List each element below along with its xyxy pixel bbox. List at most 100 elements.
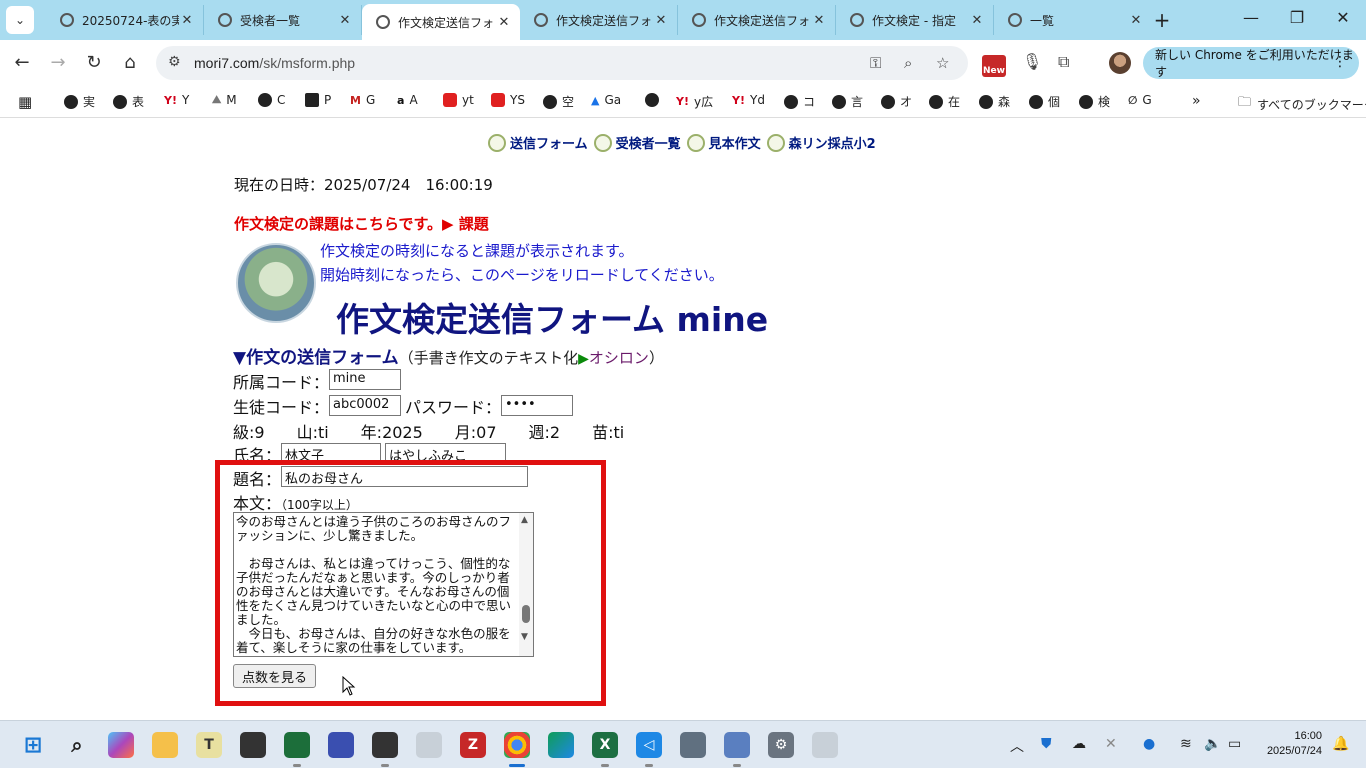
bookmark-11[interactable]: 空 <box>543 93 574 110</box>
view-score-button[interactable]: 点数を見る <box>233 664 316 688</box>
password-field[interactable]: •••• <box>501 395 573 416</box>
bookmark-3[interactable]: Y! Y <box>164 93 189 107</box>
app-icon-green[interactable] <box>284 732 310 758</box>
tab-3-active[interactable]: 作文検定送信フォ ✕ <box>362 4 520 40</box>
mic-icon[interactable]: 🎙 <box>1022 52 1042 71</box>
bookmark-20[interactable]: 森 <box>979 93 1010 110</box>
bookmark-2[interactable]: 表 <box>113 93 144 110</box>
extensions-icon[interactable]: ⧉ <box>1058 52 1069 72</box>
affiliation-field[interactable]: mine <box>329 369 401 390</box>
search-icon[interactable]: ⌕ <box>64 732 90 758</box>
close-icon[interactable]: ✕ <box>653 13 669 28</box>
lock-app-icon[interactable] <box>680 732 706 758</box>
all-bookmarks-folder[interactable]: 🗀 すべてのブックマーク <box>1238 93 1366 115</box>
subject-field[interactable]: 私のお母さん <box>281 466 528 487</box>
more-bookmarks-icon[interactable]: » <box>1192 93 1201 109</box>
tab-1[interactable]: 20250724-表の実 ✕ <box>46 5 204 35</box>
chevron-up-icon[interactable]: ︿ <box>1010 736 1024 756</box>
onedrive-icon[interactable]: ● <box>1143 736 1155 752</box>
new-extension-badge[interactable]: New <box>982 55 1006 77</box>
task-link[interactable]: 作文検定の課題はこちらです。▶ 課題 <box>234 213 489 234</box>
url-text[interactable]: mori7.com/sk/msform.php <box>194 55 355 71</box>
filezilla-icon[interactable]: Z <box>460 732 486 758</box>
bookmark-23[interactable]: ∅ G <box>1128 93 1152 107</box>
bookmark-7[interactable]: MG <box>350 93 375 107</box>
settings-icon[interactable]: ⚙ <box>768 732 794 758</box>
camera-icon[interactable] <box>240 732 266 758</box>
scroll-down-icon[interactable]: ▼ <box>521 632 528 642</box>
bookmark-13[interactable] <box>645 93 664 107</box>
minimize-button[interactable]: — <box>1236 8 1266 27</box>
bookmark-22[interactable]: 検 <box>1079 93 1110 110</box>
tab-6[interactable]: 作文検定 - 指定 ✕ <box>836 5 994 35</box>
menu-dots-icon[interactable]: ⋮ <box>1333 54 1347 70</box>
profile-avatar[interactable] <box>1109 52 1131 74</box>
file-explorer-icon[interactable] <box>152 732 178 758</box>
tab-search-button[interactable]: ⌄ <box>6 6 34 34</box>
reload-button[interactable]: ↻ <box>82 52 106 73</box>
volume-icon[interactable]: 🔈 <box>1204 736 1221 752</box>
bookmark-12[interactable]: ▲ Ga <box>591 93 621 107</box>
webcam-icon-2[interactable] <box>812 732 838 758</box>
close-icon[interactable]: ✕ <box>969 13 985 28</box>
bookmark-16[interactable]: コ <box>784 93 815 110</box>
bookmark-4[interactable]: ⛰ M <box>212 93 237 107</box>
app-icon-blue[interactable] <box>328 732 354 758</box>
notification-icon[interactable]: 🔔 <box>1332 736 1349 752</box>
copilot-icon[interactable] <box>108 732 134 758</box>
chrome-icon[interactable] <box>504 732 530 758</box>
star-icon[interactable]: ☆ <box>936 54 949 72</box>
vscode-icon[interactable]: ◁ <box>636 732 662 758</box>
site-info-icon[interactable]: ⚙ <box>168 54 181 70</box>
restore-button[interactable]: ❐ <box>1282 8 1312 27</box>
close-icon[interactable]: ✕ <box>1128 13 1144 28</box>
cloud-off-icon[interactable]: ☁ <box>1072 736 1086 752</box>
bookmark-5[interactable]: C <box>258 93 285 107</box>
close-icon[interactable]: ✕ <box>811 13 827 28</box>
oshiron-link[interactable]: オシロン <box>589 349 649 367</box>
bookmark-19[interactable]: 在 <box>929 93 960 110</box>
key-icon[interactable]: ⚿ <box>870 54 881 72</box>
pen-app-icon[interactable] <box>724 732 750 758</box>
student-code-field[interactable]: abc0002 <box>329 395 401 416</box>
shield-icon[interactable]: ⛊ <box>1041 736 1052 752</box>
tab-4[interactable]: 作文検定送信フォ ✕ <box>520 5 678 35</box>
windows-start-icon[interactable]: ⊞ <box>20 732 46 758</box>
x-icon[interactable]: ✕ <box>1105 736 1117 752</box>
bookmark-17[interactable]: 言 <box>832 93 863 110</box>
nav-link-examinees[interactable]: 受検者一覧 <box>616 133 681 152</box>
nav-link-sample[interactable]: 見本作文 <box>709 133 761 152</box>
excel-icon[interactable]: X <box>592 732 618 758</box>
zoom-icon[interactable]: ⌕ <box>904 54 912 72</box>
bookmark-6[interactable]: P <box>305 93 331 107</box>
home-button[interactable]: ⌂ <box>118 52 142 73</box>
bookmark-1[interactable]: 実 <box>64 93 95 110</box>
chrome-update-button[interactable]: 新しい Chrome をご利用いただけます ⋮ <box>1143 47 1359 79</box>
address-bar[interactable]: ⚙ mori7.com/sk/msform.php ⚿ ⌕ ☆ <box>156 46 968 80</box>
back-button[interactable]: ← <box>10 52 34 73</box>
apps-grid-icon[interactable]: ▦ <box>18 93 32 111</box>
new-tab-button[interactable]: + <box>1150 8 1174 32</box>
bookmark-10[interactable]: YS <box>491 93 525 107</box>
bookmark-18[interactable]: オ <box>881 93 912 110</box>
bookmark-9[interactable]: yt <box>443 93 474 107</box>
wifi-icon[interactable]: ≋ <box>1180 736 1192 752</box>
forward-button[interactable]: → <box>46 52 70 73</box>
bookmark-14[interactable]: Y! y広 <box>676 93 713 110</box>
scroll-up-icon[interactable]: ▲ <box>521 515 528 525</box>
close-icon[interactable]: ✕ <box>337 13 353 28</box>
bookmark-15[interactable]: Y! Yd <box>732 93 765 107</box>
system-clock[interactable]: 16:00 2025/07/24 <box>1267 729 1322 759</box>
bookmark-8[interactable]: aA <box>397 93 418 107</box>
close-icon[interactable]: ✕ <box>496 15 512 30</box>
tab-2[interactable]: 受検者一覧 ✕ <box>204 5 362 35</box>
battery-icon[interactable]: ▭ <box>1228 736 1241 752</box>
tab-7[interactable]: 一覧 ✕ <box>994 5 1152 35</box>
essay-scrollbar[interactable]: ▲ ▼ <box>519 513 533 656</box>
camera-icon-2[interactable] <box>372 732 398 758</box>
scroll-thumb[interactable] <box>522 605 530 623</box>
essay-textarea[interactable]: 今のお母さんとは違う子供のころのお母さんのファッションに、少し驚きました。 お母… <box>233 512 534 657</box>
window-close-button[interactable]: ✕ <box>1328 8 1358 27</box>
bookmark-21[interactable]: 個 <box>1029 93 1060 110</box>
tab-5[interactable]: 作文検定送信フォ ✕ <box>678 5 836 35</box>
